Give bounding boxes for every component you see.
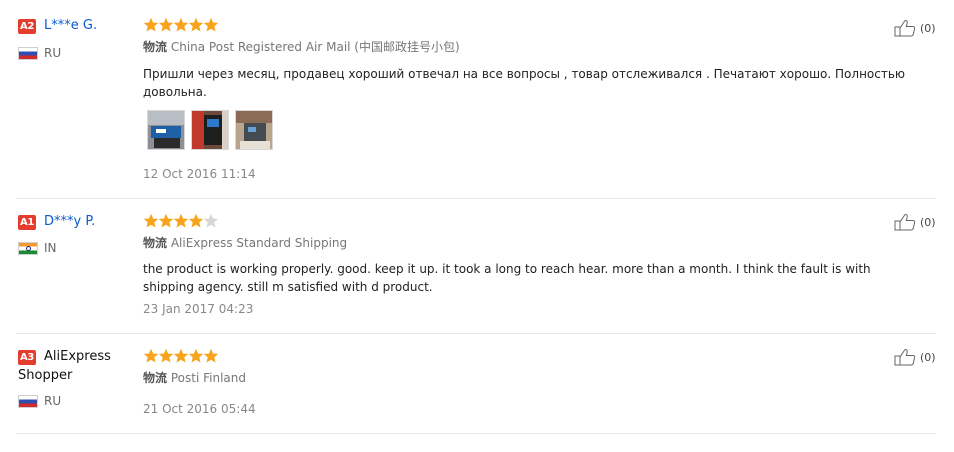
star-filled-icon xyxy=(143,17,159,32)
shipping-method: AliExpress Standard Shipping xyxy=(170,236,348,250)
buyer-level-badge: A3 xyxy=(18,350,36,365)
country-code: IN xyxy=(44,241,57,255)
review-photo-thumbnail[interactable] xyxy=(191,110,229,150)
review-photo-thumbnail[interactable] xyxy=(147,110,185,150)
star-filled-icon xyxy=(158,213,174,228)
star-filled-icon xyxy=(143,348,159,363)
star-filled-icon xyxy=(188,348,204,363)
review-item: A3 AliExpress Shopper RU 物流 Posti Finlan… xyxy=(0,334,936,434)
star-filled-icon xyxy=(203,348,219,363)
buyer-name-link[interactable]: D***y P. xyxy=(44,212,95,231)
country-code: RU xyxy=(44,46,62,60)
buyer-name-continued: Shopper xyxy=(18,368,73,383)
country-code: RU xyxy=(44,394,62,408)
star-filled-icon xyxy=(158,17,174,32)
buyer-name-link[interactable]: L***e G. xyxy=(44,16,97,35)
shipping-label: 物流 xyxy=(143,236,168,250)
star-filled-icon xyxy=(158,348,174,363)
shipping-info: 物流 Posti Finland xyxy=(143,370,246,386)
shipping-method: Posti Finland xyxy=(170,371,246,385)
star-filled-icon xyxy=(188,213,204,228)
review-item: A2 L***e G. RU 物流 China Post Registered … xyxy=(0,0,936,198)
star-rating xyxy=(143,213,219,229)
buyer-level-badge: A1 xyxy=(18,215,36,230)
review-date: 21 Oct 2016 05:44 xyxy=(143,402,256,416)
star-filled-icon xyxy=(173,213,189,228)
review-text: the product is working properly. good. k… xyxy=(143,262,871,294)
review-text: Пришли через месяц, продавец хороший отв… xyxy=(143,67,906,99)
india-flag-icon xyxy=(18,242,38,255)
russia-flag-icon xyxy=(18,395,38,408)
shipping-label: 物流 xyxy=(143,371,168,385)
star-filled-icon xyxy=(188,17,204,32)
star-rating xyxy=(143,348,219,364)
buyer-name: AliExpress xyxy=(44,349,111,364)
shipping-method: China Post Registered Air Mail (中国邮政挂号小包… xyxy=(170,40,460,54)
shipping-label: 物流 xyxy=(143,40,168,54)
review-item: A1 D***y P. IN 物流 AliExpress Standard Sh… xyxy=(0,199,936,333)
star-filled-icon xyxy=(173,17,189,32)
star-filled-icon xyxy=(203,17,219,32)
buyer-level-badge: A2 xyxy=(18,19,36,34)
russia-flag-icon xyxy=(18,47,38,60)
helpful-count: (0) xyxy=(920,22,936,35)
review-date: 12 Oct 2016 11:14 xyxy=(143,167,256,181)
star-empty-icon xyxy=(203,213,219,228)
review-photo-thumbnail[interactable] xyxy=(235,110,273,150)
review-divider xyxy=(16,433,936,434)
helpful-count: (0) xyxy=(920,351,936,364)
review-date: 23 Jan 2017 04:23 xyxy=(143,302,254,316)
helpful-count: (0) xyxy=(920,216,936,229)
star-filled-icon xyxy=(143,213,159,228)
shipping-info: 物流 AliExpress Standard Shipping xyxy=(143,235,347,251)
star-filled-icon xyxy=(173,348,189,363)
shipping-info: 物流 China Post Registered Air Mail (中国邮政挂… xyxy=(143,39,460,55)
star-rating xyxy=(143,17,219,33)
